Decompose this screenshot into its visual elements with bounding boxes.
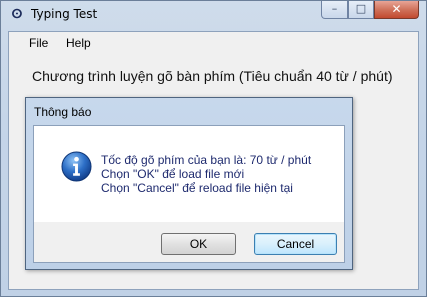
maximize-button[interactable]: □ <box>348 1 374 19</box>
dialog-message: Tốc độ gõ phím của bạn là: 70 từ / phút … <box>101 153 311 195</box>
ok-button[interactable]: OK <box>161 233 236 255</box>
app-headline: Chương trình luyện gõ bàn phím (Tiêu chu… <box>32 68 393 84</box>
message-line-ok: Chọn "OK" để load file mới <box>101 167 245 181</box>
window-title: Typing Test <box>31 7 98 21</box>
main-window: ⵙ Typing Test – □ ✕ File Help Chương trì… <box>0 0 427 297</box>
menu-file[interactable]: File <box>29 36 48 50</box>
title-bar[interactable]: ⵙ Typing Test – □ ✕ <box>1 1 426 28</box>
dialog-title: Thông báo <box>34 105 92 119</box>
app-icon: ⵙ <box>11 7 23 21</box>
cancel-button[interactable]: Cancel <box>254 233 337 255</box>
menu-bar: File Help <box>9 32 418 54</box>
message-dialog: Thông báo Tốc độ gõ phím của bạn là: 70 … <box>25 97 353 270</box>
message-line-cancel: Chọn "Cancel" để reload file hiện tại <box>101 181 293 195</box>
close-button[interactable]: ✕ <box>374 1 419 19</box>
menu-help[interactable]: Help <box>66 36 91 50</box>
dialog-body: Tốc độ gõ phím của bạn là: 70 từ / phút … <box>33 125 345 263</box>
message-line-speed: Tốc độ gõ phím của bạn là: 70 từ / phút <box>101 153 312 167</box>
minimize-button[interactable]: – <box>321 1 348 19</box>
info-icon <box>61 151 92 182</box>
dialog-message-area: Tốc độ gõ phím của bạn là: 70 từ / phút … <box>34 126 344 222</box>
